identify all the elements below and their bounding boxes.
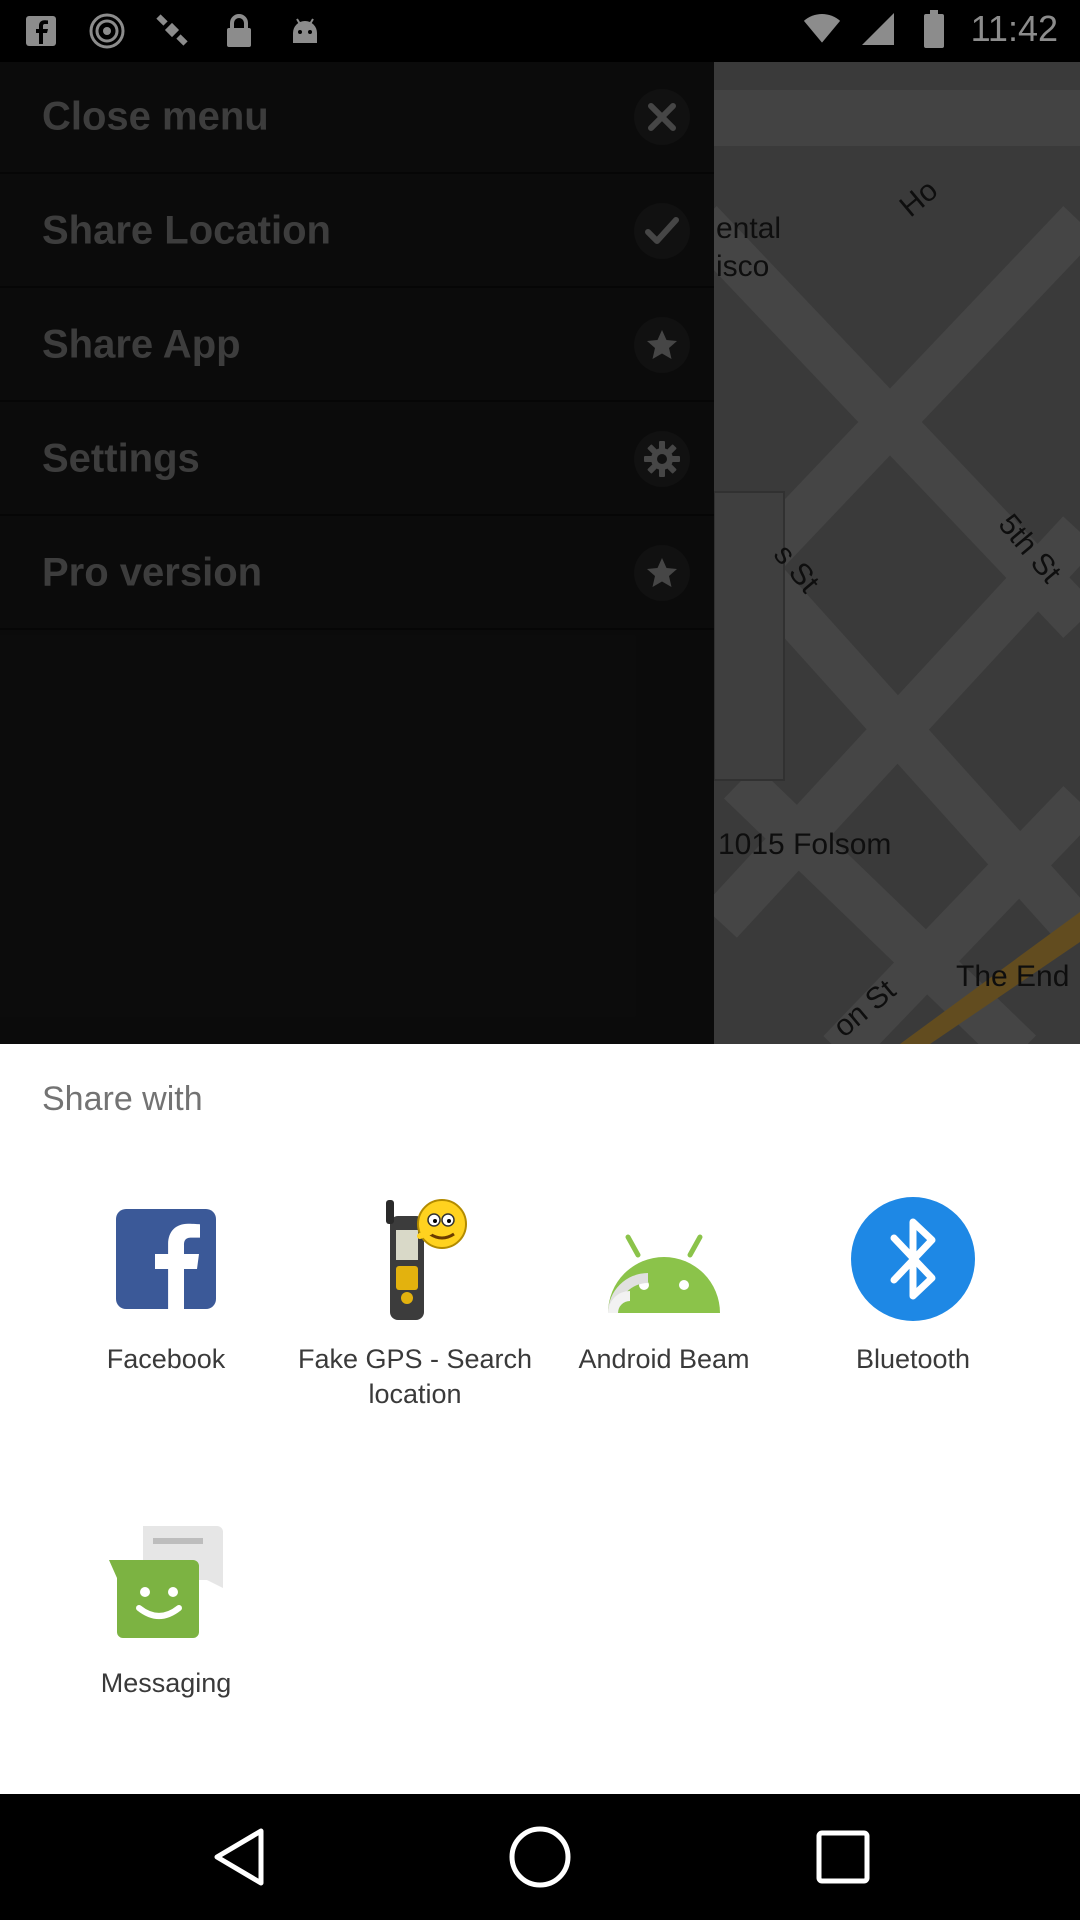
share-sheet-title: Share with — [42, 1080, 203, 1118]
share-target-label: Messaging — [100, 1668, 232, 1698]
bluetooth-icon — [848, 1194, 978, 1324]
share-target-label: Android Beam — [578, 1344, 750, 1374]
messaging-icon — [101, 1518, 231, 1648]
share-target-label: Bluetooth — [855, 1344, 971, 1374]
share-target-bluetooth[interactable]: Bluetooth — [793, 1194, 1033, 1377]
fake-gps-icon — [350, 1194, 480, 1324]
back-icon[interactable] — [206, 1824, 272, 1890]
share-target-messaging[interactable]: Messaging — [46, 1518, 286, 1701]
facebook-icon — [101, 1194, 231, 1324]
recents-icon[interactable] — [810, 1824, 876, 1890]
dim-overlay[interactable] — [0, 0, 1080, 1044]
share-target-facebook[interactable]: Facebook — [46, 1194, 286, 1377]
share-target-android-beam[interactable]: Android Beam — [544, 1194, 784, 1377]
share-sheet: Share with Facebook Fake GPS - Search lo… — [0, 1044, 1080, 1794]
home-icon[interactable] — [507, 1824, 573, 1890]
share-target-label: Facebook — [106, 1344, 226, 1374]
navigation-bar — [0, 1794, 1080, 1920]
share-target-fake-gps[interactable]: Fake GPS - Search location — [295, 1194, 535, 1412]
android-beam-icon — [599, 1194, 729, 1324]
share-target-label: Fake GPS - Search location — [297, 1344, 533, 1409]
